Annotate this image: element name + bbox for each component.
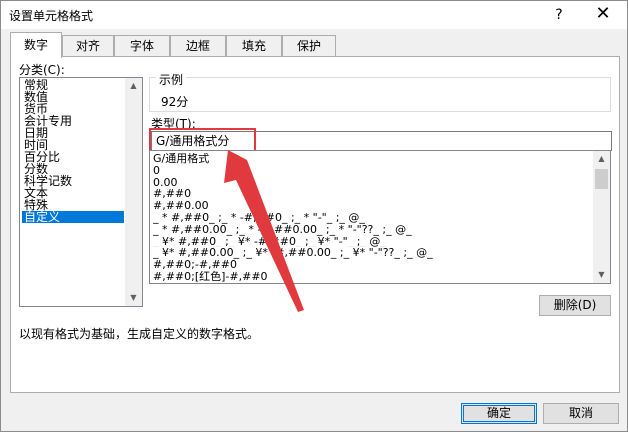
tab-font[interactable]: 字体 [114,35,170,57]
description-text: 以现有格式为基础，生成自定义的数字格式。 [19,327,260,341]
format-item[interactable]: 0 [153,165,589,177]
category-label: 分类(C): [19,63,65,77]
delete-button[interactable]: 删除(D) [539,295,611,316]
tab-number[interactable]: 数字 [10,32,62,58]
tab-fill[interactable]: 填充 [226,35,282,57]
format-list[interactable]: G/通用格式 0 0.00 #,##0 #,##0.00 _ * #,##0_ … [149,150,611,284]
scroll-up-icon[interactable]: ▲ [125,78,142,94]
dialog-title: 设置单元格格式 [9,9,94,23]
title-bar: 设置单元格格式 ? ✕ [1,1,627,29]
number-tab-panel: 分类(C): 常规 数值 货币 会计专用 日期 时间 百分比 分数 科学记数 文… [10,56,620,393]
format-cells-dialog: 设置单元格格式 ? ✕ 数字 对齐 字体 边框 填充 保护 分类(C): 常规 … [0,0,628,432]
category-list[interactable]: 常规 数值 货币 会计专用 日期 时间 百分比 分数 科学记数 文本 特殊 自定… [19,77,143,307]
sample-label: 示例 [156,71,187,88]
tab-alignment[interactable]: 对齐 [62,35,114,57]
format-scrollbar[interactable]: ▲ ▼ [593,151,610,283]
scroll-down-icon[interactable]: ▼ [125,290,142,306]
format-item[interactable]: G/通用格式 [153,153,589,165]
format-item[interactable]: _ ¥* #,##0.00_ ;_ ¥* -#,##0.00_ ;_ ¥* "-… [153,247,589,259]
sample-value: 92分 [161,95,189,109]
format-item[interactable]: _ * #,##0_ ;_ * -#,##0_ ;_ * "-"_ ;_ @_ [153,212,589,224]
close-button[interactable]: ✕ [587,3,619,27]
help-button[interactable]: ? [545,3,573,27]
scroll-down-icon[interactable]: ▼ [593,267,610,283]
tab-protection[interactable]: 保护 [282,35,336,57]
sample-group [149,77,611,112]
category-item-custom[interactable]: 自定义 [22,211,124,223]
scroll-up-icon[interactable]: ▲ [593,151,610,167]
format-item[interactable]: #,##0;[红色]-#,##0 [153,271,589,283]
format-item[interactable]: 0.00 [153,177,589,189]
cancel-button[interactable]: 取消 [543,403,619,424]
ok-button[interactable]: 确定 [461,403,537,424]
format-item[interactable]: _ ¥* #,##0_ ;_ ¥* -#,##0_ ;_ ¥* "-"_ ;_ … [153,236,589,248]
format-item[interactable]: #,##0 [153,188,589,200]
format-item[interactable]: _ * #,##0.00_ ;_ * -#,##0.00_ ;_ * "-"??… [153,224,589,236]
category-scrollbar[interactable]: ▲ ▼ [125,78,142,306]
format-item[interactable]: #,##0;-#,##0 [153,259,589,271]
format-item[interactable]: #,##0.00 [153,200,589,212]
tab-border[interactable]: 边框 [170,35,226,57]
scroll-thumb[interactable] [595,169,608,189]
